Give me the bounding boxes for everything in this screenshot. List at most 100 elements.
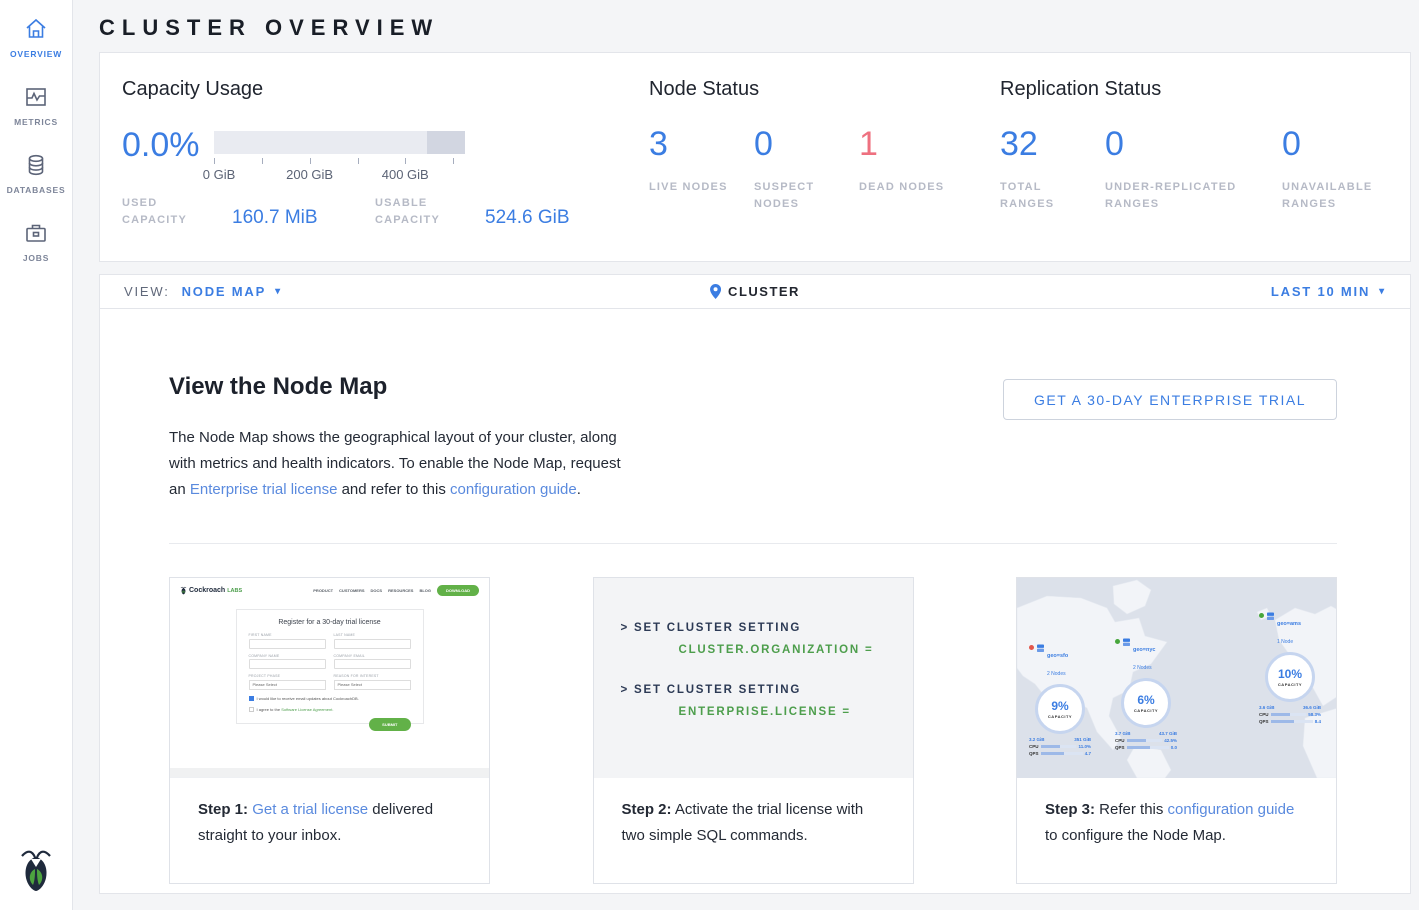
cockroach-labs-wordmark: CockroachLABS (180, 586, 242, 595)
qps-bar (1041, 752, 1083, 755)
qps-bar (1271, 720, 1313, 723)
node-status-section: Node Status 3 LIVE NODES 0 SUSPECT NODES… (649, 78, 1000, 261)
usable-capacity-label: USABLE CAPACITY (375, 195, 473, 229)
cpu-bar (1271, 713, 1307, 716)
sidebar-item-label: METRICS (14, 117, 58, 127)
form-input (334, 659, 411, 669)
site-nav: PRODUCT CUSTOMERS DOCS RESOURCES BLOG DO… (313, 585, 479, 596)
suspect-nodes-stat: 0 SUSPECT NODES (754, 125, 859, 213)
view-bar: VIEW: NODE MAP ▾ CLUSTER LAST 10 MIN ▾ (99, 274, 1411, 308)
node-map-thumbnail: geo=sfo2 Nodes 9% CAPACITY 3.2 GiB351 Gi… (1017, 578, 1336, 778)
node-boxes-icon (1122, 638, 1131, 647)
capacity-gauge: 9% CAPACITY (1035, 684, 1085, 734)
tick-label: 400 GiB (382, 167, 429, 182)
scope-breadcrumb: CLUSTER (710, 284, 800, 299)
node-boxes-icon (1036, 644, 1045, 653)
capacity-usage-title: Capacity Usage (122, 78, 649, 101)
capacity-bar-reserved-segment (427, 131, 465, 154)
form-select: Please Select (249, 680, 326, 690)
capacity-usage-section: Capacity Usage 0.0% 0 GiB 200 GiB 400 Gi… (122, 78, 649, 261)
step-1-caption: Step 1: Get a trial license delivered st… (170, 778, 489, 849)
home-icon (23, 16, 49, 42)
sql-commands-thumbnail: > SET CLUSTER SETTING CLUSTER.ORGANIZATI… (594, 578, 913, 778)
download-pill: DOWNLOAD (437, 585, 479, 596)
chevron-down-icon: ▾ (275, 286, 282, 297)
total-ranges-stat: 32 TOTAL RANGES (1000, 125, 1105, 213)
submit-pill: SUBMIT (369, 718, 410, 731)
capacity-gauge: 6% CAPACITY (1121, 678, 1171, 728)
capacity-used-percent: 0.0% (122, 126, 214, 183)
configuration-guide-link[interactable]: configuration guide (450, 481, 577, 498)
capacity-bar (214, 131, 465, 154)
briefcase-icon (23, 220, 49, 246)
section-divider (169, 543, 1337, 544)
replication-status-section: Replication Status 32 TOTAL RANGES 0 UND… (1000, 78, 1410, 261)
thumbnail-footer-strip (170, 768, 489, 777)
trial-signup-thumbnail: CockroachLABS PRODUCT CUSTOMERS DOCS RES… (170, 578, 489, 778)
node-map-heading: View the Node Map (169, 373, 639, 401)
get-trial-license-link[interactable]: Get a trial license (252, 801, 368, 818)
region-status-dot (1259, 613, 1264, 618)
checkbox-icon (249, 707, 254, 712)
cluster-summary-panel: Capacity Usage 0.0% 0 GiB 200 GiB 400 Gi… (99, 52, 1411, 262)
form-input (249, 659, 326, 669)
node-map-description: The Node Map shows the geographical layo… (169, 425, 639, 503)
used-capacity-value: 160.7 MiB (232, 207, 375, 229)
metrics-chart-icon (23, 84, 49, 110)
step-2-caption: Step 2: Activate the trial license with … (594, 778, 913, 849)
database-icon (23, 152, 49, 178)
sidebar-item-label: JOBS (23, 253, 49, 263)
region-status-dot (1115, 639, 1120, 644)
form-input (334, 639, 411, 649)
step-1-card: CockroachLABS PRODUCT CUSTOMERS DOCS RES… (169, 577, 490, 884)
sidebar-item-jobs[interactable]: JOBS (23, 220, 49, 263)
replication-status-title: Replication Status (1000, 78, 1410, 101)
checkbox-checked-icon (249, 696, 254, 701)
scope-label: CLUSTER (728, 284, 800, 299)
form-select: Please Select (334, 680, 411, 690)
tick-label: 200 GiB (286, 167, 333, 182)
unavailable-ranges-stat: 0 UNAVAILABLE RANGES (1282, 125, 1387, 213)
step-3-card: geo=sfo2 Nodes 9% CAPACITY 3.2 GiB351 Gi… (1016, 577, 1337, 884)
usable-capacity-value: 524.6 GiB (485, 207, 628, 229)
map-region-nyc: geo=nyc2 Nodes 6% CAPACITY 3.7 GiB43.7 G… (1115, 638, 1181, 750)
chevron-down-icon: ▾ (1379, 286, 1386, 297)
capacity-gauge: 10% CAPACITY (1265, 652, 1315, 702)
location-pin-icon (710, 284, 721, 299)
map-region-ams: geo=ams1 Node 10% CAPACITY 3.6 GiB36.6 G… (1259, 612, 1325, 724)
enterprise-trial-license-link[interactable]: Enterprise trial license (190, 481, 338, 498)
sidebar-item-label: DATABASES (7, 185, 66, 195)
step-3-caption: Step 3: Refer this configuration guide t… (1017, 778, 1336, 849)
sidebar: OVERVIEW METRICS DATABASES JOBS (0, 0, 73, 910)
page-title: CLUSTER OVERVIEW (73, 0, 1419, 52)
live-nodes-stat: 3 LIVE NODES (649, 125, 754, 213)
step-2-card: > SET CLUSTER SETTING CLUSTER.ORGANIZATI… (593, 577, 914, 884)
qps-bar (1127, 746, 1169, 749)
sidebar-item-databases[interactable]: DATABASES (7, 152, 66, 195)
configuration-guide-link[interactable]: configuration guide (1168, 801, 1295, 818)
time-range-selector[interactable]: LAST 10 MIN ▾ (1271, 284, 1386, 299)
capacity-axis-ticks (214, 157, 465, 166)
form-input (249, 639, 326, 649)
under-replicated-ranges-stat: 0 UNDER-REPLICATED RANGES (1105, 125, 1282, 213)
map-region-sfo: geo=sfo2 Nodes 9% CAPACITY 3.2 GiB351 Gi… (1029, 644, 1095, 756)
node-status-title: Node Status (649, 78, 1000, 101)
dead-nodes-stat: 1 DEAD NODES (859, 125, 964, 213)
tick-label: 0 GiB (203, 167, 236, 182)
enterprise-trial-button[interactable]: GET A 30-DAY ENTERPRISE TRIAL (1003, 379, 1337, 420)
sidebar-item-metrics[interactable]: METRICS (14, 84, 58, 127)
cockroach-bug-icon (180, 586, 187, 595)
used-capacity-label: USED CAPACITY (122, 195, 220, 229)
node-boxes-icon (1266, 612, 1275, 621)
cockroach-logo (17, 847, 55, 898)
node-map-panel: View the Node Map The Node Map shows the… (99, 308, 1411, 894)
cpu-bar (1127, 739, 1163, 742)
view-selector-dropdown[interactable]: NODE MAP ▾ (182, 284, 282, 299)
main-area: CLUSTER OVERVIEW Capacity Usage 0.0% 0 G… (73, 0, 1419, 910)
capacity-axis-labels: 0 GiB 200 GiB 400 GiB (214, 167, 465, 183)
view-label: VIEW: (124, 284, 170, 299)
sidebar-item-overview[interactable]: OVERVIEW (10, 16, 62, 59)
cpu-bar (1041, 745, 1077, 748)
trial-registration-form: Register for a 30-day trial license FIRS… (236, 609, 424, 724)
sidebar-item-label: OVERVIEW (10, 49, 62, 59)
